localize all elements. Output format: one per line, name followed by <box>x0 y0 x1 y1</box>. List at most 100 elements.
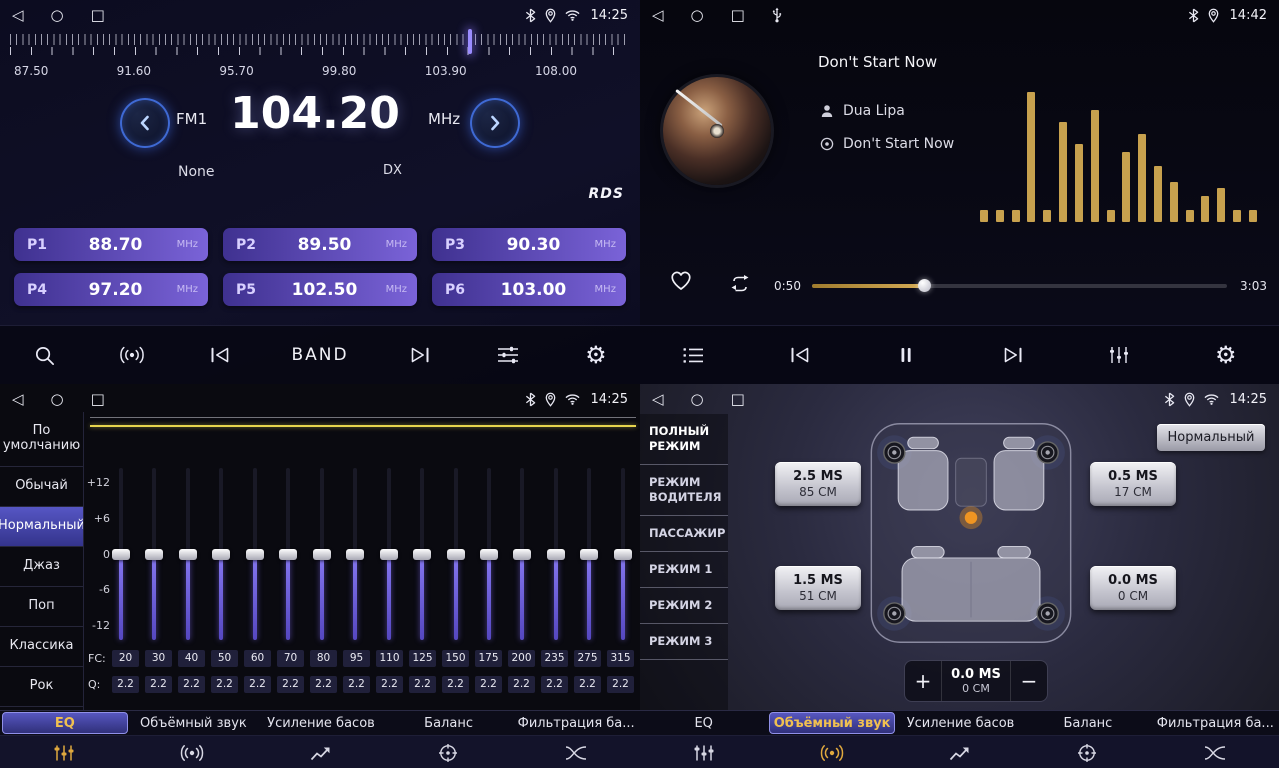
eq-band-slider[interactable] <box>212 468 230 640</box>
slider-handle[interactable] <box>246 549 264 560</box>
slider-handle[interactable] <box>179 549 197 560</box>
slider-handle[interactable] <box>547 549 565 560</box>
recents-button[interactable]: □ <box>731 392 745 407</box>
tab-surround[interactable]: Объёмный звук <box>132 712 256 734</box>
radio-preset-button[interactable]: P2 89.50 MHz <box>223 228 417 261</box>
slider-handle[interactable] <box>513 549 531 560</box>
eq-band-slider[interactable] <box>380 468 398 640</box>
slider-handle[interactable] <box>480 549 498 560</box>
slider-handle[interactable] <box>614 549 632 560</box>
home-button[interactable]: ○ <box>51 8 64 23</box>
slider-handle[interactable] <box>145 549 163 560</box>
eq-band-slider[interactable] <box>346 468 364 640</box>
slider-handle[interactable] <box>447 549 465 560</box>
slider-handle[interactable] <box>413 549 431 560</box>
eq-preset-item[interactable]: Нормальный <box>0 507 83 547</box>
eq-band-slider[interactable] <box>447 468 465 640</box>
surround-preset-button[interactable]: Нормальный <box>1157 424 1265 451</box>
eq-preset-item[interactable]: По умолчанию <box>0 412 83 467</box>
tab-filter-icon-button[interactable] <box>1151 744 1279 762</box>
back-button[interactable]: ◁ <box>12 8 24 23</box>
tune-up-button[interactable] <box>470 98 520 148</box>
previous-station-button[interactable] <box>203 345 237 365</box>
slider-handle[interactable] <box>313 549 331 560</box>
tab-filter-icon-button[interactable] <box>512 744 640 762</box>
eq-band-slider[interactable] <box>145 468 163 640</box>
tab-bass-icon-button[interactable] <box>256 744 384 762</box>
home-button[interactable]: ○ <box>51 392 64 407</box>
slider-handle[interactable] <box>279 549 297 560</box>
tab-eq[interactable]: EQ <box>2 712 128 734</box>
eq-preset-item[interactable]: Поп <box>0 587 83 627</box>
eq-band-slider[interactable] <box>112 468 130 640</box>
listening-mode-item[interactable]: РЕЖИМ 3 <box>640 624 728 660</box>
tab-balance-icon-button[interactable] <box>384 743 512 763</box>
radio-preset-button[interactable]: P3 90.30 MHz <box>432 228 626 261</box>
recents-button[interactable]: □ <box>731 8 745 23</box>
tune-down-button[interactable] <box>120 98 170 148</box>
slider-handle[interactable] <box>346 549 364 560</box>
tab-surround-icon-button[interactable] <box>768 744 896 762</box>
tab-balance[interactable]: Баланс <box>387 712 511 734</box>
equalizer-button[interactable] <box>1102 345 1136 365</box>
eq-band-slider[interactable] <box>614 468 632 640</box>
search-button[interactable] <box>27 344 61 367</box>
tab-balance[interactable]: Баланс <box>1026 712 1149 734</box>
back-button[interactable]: ◁ <box>12 392 24 407</box>
delay-rear-right-button[interactable]: 0.0 MS 0 CM <box>1090 566 1176 610</box>
slider-handle[interactable] <box>380 549 398 560</box>
eq-band-slider[interactable] <box>246 468 264 640</box>
settings-button[interactable]: ⚙ <box>1209 343 1243 367</box>
delay-front-right-button[interactable]: 0.5 MS 17 CM <box>1090 462 1176 506</box>
eq-preset-item[interactable]: Джаз <box>0 547 83 587</box>
next-station-button[interactable] <box>403 345 437 365</box>
tab-surround-icon-button[interactable] <box>128 744 256 762</box>
repeat-button[interactable] <box>728 274 752 294</box>
next-track-button[interactable] <box>996 345 1030 365</box>
eq-band-slider[interactable] <box>313 468 331 640</box>
eq-preset-item[interactable]: Обычай <box>0 467 83 507</box>
slider-handle[interactable] <box>212 549 230 560</box>
listening-mode-item[interactable]: РЕЖИМ 2 <box>640 588 728 624</box>
tab-eq-icon-button[interactable] <box>0 744 128 762</box>
eq-band-slider[interactable] <box>413 468 431 640</box>
favorite-button[interactable] <box>668 268 694 292</box>
listening-mode-item[interactable]: ПАССАЖИР <box>640 516 728 552</box>
settings-button[interactable]: ⚙ <box>579 343 613 367</box>
delay-rear-left-button[interactable]: 1.5 MS 51 CM <box>775 566 861 610</box>
tab-bass-boost[interactable]: Усиление басов <box>899 712 1022 734</box>
eq-preset-item[interactable]: Рок <box>0 667 83 707</box>
delay-increase-button[interactable]: + <box>905 661 941 701</box>
recents-button[interactable]: □ <box>91 392 105 407</box>
home-button[interactable]: ○ <box>691 392 704 407</box>
band-button[interactable]: BAND <box>291 345 348 365</box>
recents-button[interactable]: □ <box>91 8 105 23</box>
tab-balance-icon-button[interactable] <box>1023 743 1151 763</box>
playlist-button[interactable] <box>676 345 710 365</box>
delay-decrease-button[interactable]: − <box>1011 661 1047 701</box>
tab-bass-boost[interactable]: Усиление басов <box>259 712 383 734</box>
tab-surround[interactable]: Объёмный звук <box>769 712 894 734</box>
back-button[interactable]: ◁ <box>652 8 664 23</box>
pause-button[interactable] <box>889 345 923 365</box>
tab-filter[interactable]: Фильтрация ба... <box>1154 712 1277 734</box>
broadcast-button[interactable] <box>115 345 149 365</box>
slider-handle[interactable] <box>112 549 130 560</box>
listening-mode-item[interactable]: ПОЛНЫЙ РЕЖИМ <box>640 414 728 465</box>
listening-mode-item[interactable]: РЕЖИМ 1 <box>640 552 728 588</box>
eq-band-slider[interactable] <box>547 468 565 640</box>
eq-band-slider[interactable] <box>480 468 498 640</box>
previous-track-button[interactable] <box>783 345 817 365</box>
radio-preset-button[interactable]: P5 102.50 MHz <box>223 273 417 306</box>
slider-handle[interactable] <box>580 549 598 560</box>
radio-preset-button[interactable]: P1 88.70 MHz <box>14 228 208 261</box>
eq-band-slider[interactable] <box>513 468 531 640</box>
radio-preset-button[interactable]: P4 97.20 MHz <box>14 273 208 306</box>
tab-eq-icon-button[interactable] <box>640 744 768 762</box>
equalizer-button[interactable] <box>491 345 525 365</box>
eq-band-slider[interactable] <box>279 468 297 640</box>
seek-handle[interactable] <box>918 279 931 292</box>
seek-bar[interactable] <box>812 284 1227 288</box>
tab-filter[interactable]: Фильтрация ба... <box>514 712 638 734</box>
tab-bass-icon-button[interactable] <box>896 744 1024 762</box>
